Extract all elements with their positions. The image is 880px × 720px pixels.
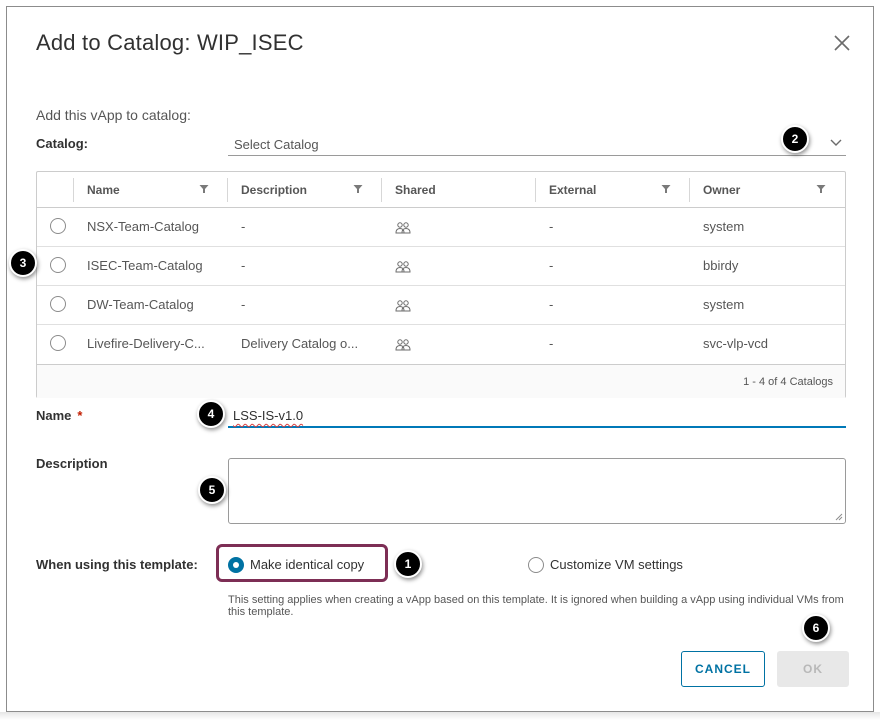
row-select-radio[interactable]	[50, 296, 66, 312]
row-external: -	[549, 336, 554, 351]
row-name: NSX-Team-Catalog	[87, 219, 199, 234]
row-external: -	[549, 219, 554, 234]
column-header-name[interactable]: Name	[87, 172, 120, 208]
callout-3: 3	[9, 249, 37, 277]
pagination-count: 1 - 4 of 4 Catalogs	[743, 376, 833, 388]
column-header-shared[interactable]: Shared	[395, 172, 436, 208]
shared-users-icon	[395, 222, 411, 234]
row-description: -	[241, 219, 246, 234]
filter-icon[interactable]	[199, 184, 209, 194]
callout-2: 2	[781, 125, 809, 153]
row-owner: bbirdy	[703, 258, 739, 273]
catalog-datagrid: Name Description Shared External Owner N…	[36, 171, 846, 398]
row-select-radio[interactable]	[50, 335, 66, 351]
option-identical-copy-label[interactable]: Make identical copy	[250, 557, 364, 572]
cancel-button[interactable]: CANCEL	[681, 651, 765, 687]
shared-users-icon	[395, 300, 411, 312]
row-name: ISEC-Team-Catalog	[87, 258, 203, 273]
row-description: -	[241, 258, 246, 273]
column-separator	[689, 178, 690, 202]
table-row[interactable]: ISEC-Team-Catalog - - bbirdy	[37, 247, 845, 286]
catalog-select[interactable]: Select Catalog	[228, 132, 846, 156]
row-external: -	[549, 258, 554, 273]
dialog-shadow	[0, 712, 880, 720]
column-separator	[227, 178, 228, 202]
name-label: Name *	[36, 408, 82, 423]
catalog-select-placeholder: Select Catalog	[234, 137, 319, 152]
row-description: -	[241, 297, 246, 312]
chevron-down-icon	[830, 139, 842, 146]
filter-icon[interactable]	[816, 184, 826, 194]
ok-button[interactable]: OK	[777, 651, 849, 687]
name-input[interactable]: LSS-IS-v1.0	[228, 404, 846, 428]
row-name: DW-Team-Catalog	[87, 297, 194, 312]
table-row[interactable]: Livefire-Delivery-C... Delivery Catalog …	[37, 325, 845, 364]
radio-customize-vm[interactable]	[528, 557, 544, 573]
dialog-title: Add to Catalog: WIP_ISEC	[36, 30, 304, 55]
resize-grip-icon[interactable]	[835, 513, 843, 521]
row-owner: svc-vlp-vcd	[703, 336, 769, 351]
row-owner: system	[703, 297, 745, 312]
catalog-label: Catalog:	[36, 136, 88, 151]
close-icon[interactable]	[832, 33, 852, 53]
row-external: -	[549, 297, 554, 312]
name-input-value: LSS-IS-v1.0	[233, 408, 304, 423]
filter-icon[interactable]	[353, 184, 363, 194]
row-description: Delivery Catalog o...	[241, 336, 359, 351]
row-name: Livefire-Delivery-C...	[87, 336, 205, 351]
description-label: Description	[36, 456, 108, 471]
shared-users-icon	[395, 261, 411, 273]
column-header-description[interactable]: Description	[241, 172, 307, 208]
callout-1: 1	[394, 550, 422, 578]
option-customize-vm-label[interactable]: Customize VM settings	[550, 557, 683, 572]
callout-4: 4	[197, 400, 225, 428]
column-header-external[interactable]: External	[549, 172, 596, 208]
table-row[interactable]: DW-Team-Catalog - - system	[37, 286, 845, 325]
datagrid-footer: 1 - 4 of 4 Catalogs	[37, 364, 845, 398]
row-owner: system	[703, 219, 745, 234]
column-separator	[535, 178, 536, 202]
column-separator	[381, 178, 382, 202]
dialog-subtitle: Add this vApp to catalog:	[36, 107, 191, 123]
row-select-radio[interactable]	[50, 218, 66, 234]
column-header-owner[interactable]: Owner	[703, 172, 740, 208]
callout-6: 6	[802, 614, 830, 642]
filter-icon[interactable]	[661, 184, 671, 194]
datagrid-header: Name Description Shared External Owner	[37, 172, 845, 208]
row-select-radio[interactable]	[50, 257, 66, 273]
column-separator	[73, 178, 74, 202]
template-label: When using this template:	[36, 557, 198, 572]
name-label-text: Name	[36, 408, 72, 423]
description-textarea[interactable]	[228, 458, 846, 524]
callout-5: 5	[198, 476, 226, 504]
table-row[interactable]: NSX-Team-Catalog - - system	[37, 208, 845, 247]
required-marker: *	[77, 408, 83, 423]
radio-identical-copy[interactable]	[228, 557, 244, 573]
template-help-text: This setting applies when creating a vAp…	[228, 594, 844, 618]
shared-users-icon	[395, 339, 411, 351]
